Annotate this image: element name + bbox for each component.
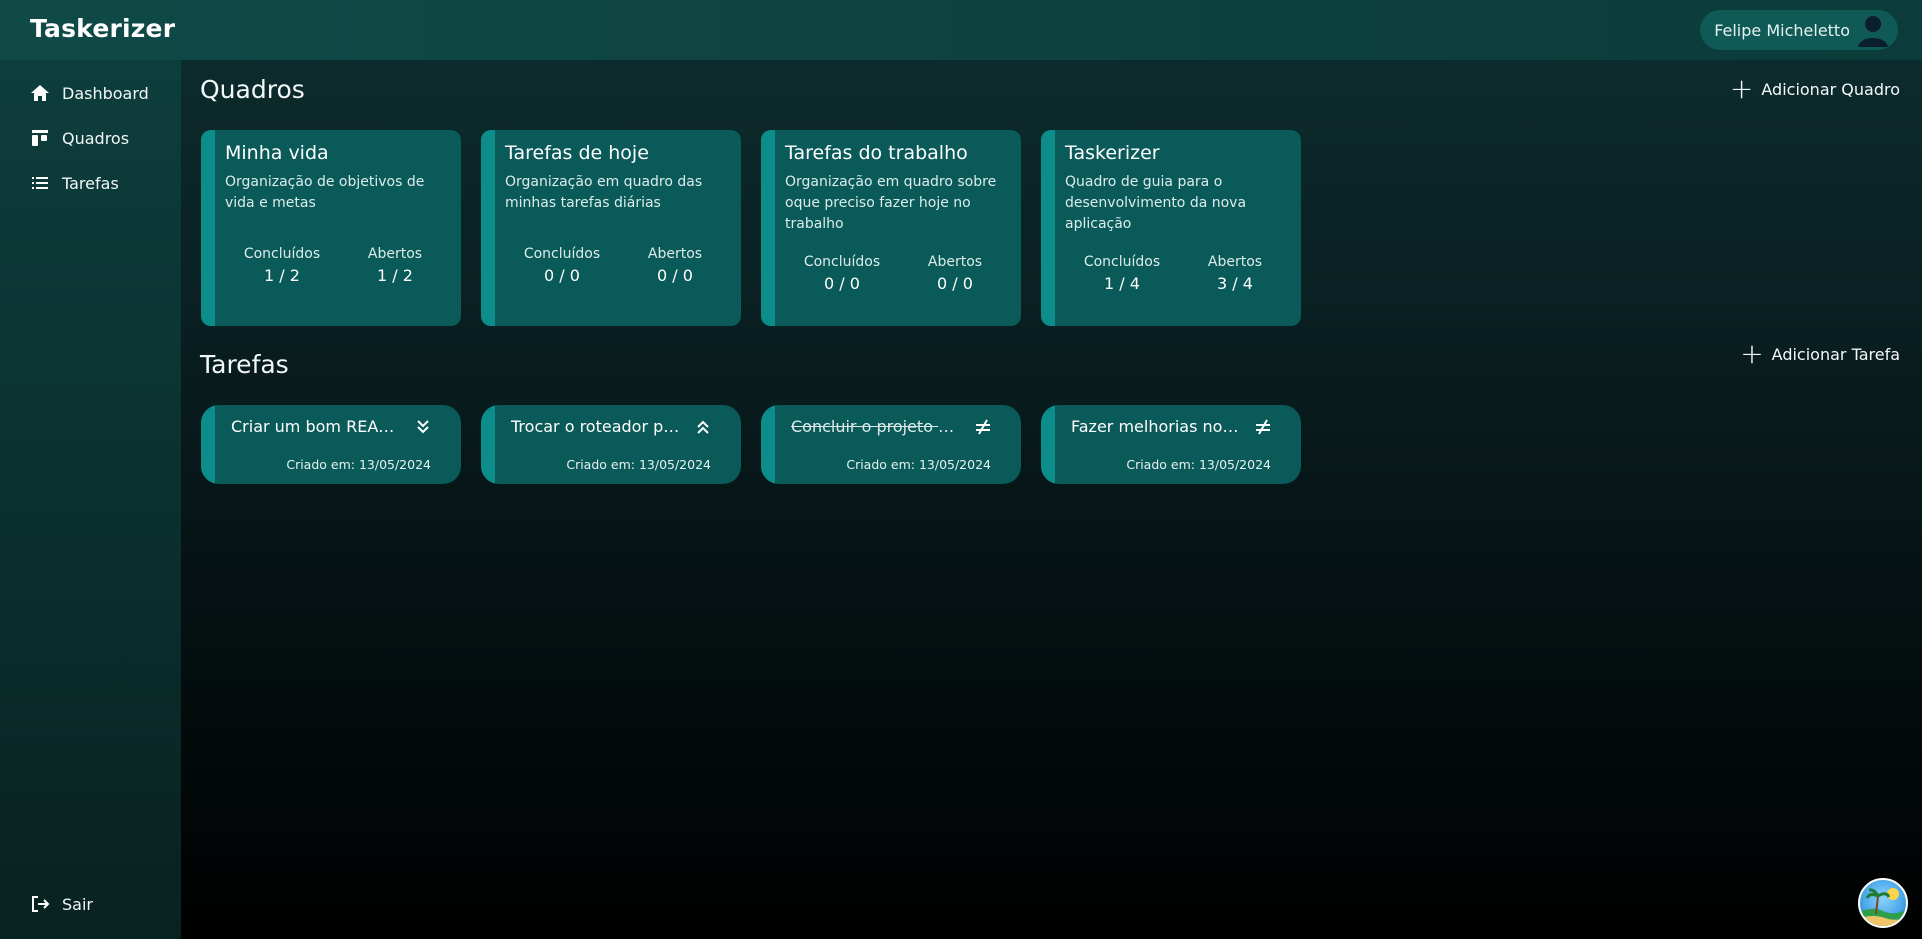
sidebar-item-label: Tarefas — [62, 173, 119, 193]
task-card[interactable]: Criar um bom READ... Criado em: 13/05/20… — [201, 405, 461, 484]
task-card[interactable]: Concluir o projeto na... Criado em: 13/0… — [761, 405, 1021, 484]
user-avatar-icon — [1854, 11, 1892, 49]
logout-label: Sair — [62, 894, 93, 914]
done-value: 1 / 2 — [264, 266, 300, 285]
card-accent-stripe — [761, 130, 775, 326]
task-card[interactable]: Trocar o roteador pa... Criado em: 13/05… — [481, 405, 741, 484]
board-open-stat: Abertos 1 / 2 — [340, 246, 450, 285]
card-accent-stripe — [481, 130, 495, 326]
task-card[interactable]: Fazer melhorias no p... Criado em: 13/05… — [1041, 405, 1301, 484]
open-label: Abertos — [927, 254, 983, 270]
list-icon — [32, 177, 48, 189]
done-label: Concluídos — [803, 254, 881, 270]
add-board-button[interactable]: + Adicionar Quadro — [1729, 72, 1900, 105]
open-value: 0 / 0 — [937, 274, 973, 293]
chevrons-up-icon — [697, 420, 709, 434]
open-label: Abertos — [367, 246, 423, 262]
floating-assistant-button[interactable] — [1858, 878, 1908, 928]
beach-icon — [1860, 888, 1906, 926]
board-done-stat: Concluídos 1 / 2 — [227, 246, 337, 285]
board-open-stat: Abertos 0 / 0 — [620, 246, 730, 285]
board-title: Tarefas do trabalho — [785, 142, 968, 164]
task-title: Trocar o roteador pa... — [511, 417, 681, 436]
card-accent-stripe — [481, 405, 495, 484]
done-label: Concluídos — [523, 246, 601, 262]
add-board-label: Adicionar Quadro — [1761, 79, 1900, 99]
board-title: Minha vida — [225, 142, 329, 164]
user-name: Felipe Micheletto — [1714, 20, 1850, 40]
logout-button[interactable]: Sair — [30, 894, 93, 914]
add-task-label: Adicionar Tarefa — [1771, 344, 1900, 364]
not-equal-icon — [1256, 419, 1270, 435]
board-description: Organização em quadro das minhas tarefas… — [505, 174, 703, 211]
done-value: 1 / 4 — [1104, 274, 1140, 293]
board-card[interactable]: Tarefas de hoje Organização em quadro da… — [481, 130, 741, 326]
board-title: Taskerizer — [1065, 142, 1160, 164]
done-label: Concluídos — [243, 246, 321, 262]
task-created-date: Criado em: 13/05/2024 — [1126, 457, 1271, 472]
task-created-date: Criado em: 13/05/2024 — [566, 457, 711, 472]
board-description: Organização de objetivos de vida e metas — [225, 174, 425, 211]
board-done-stat: Concluídos 1 / 4 — [1067, 254, 1177, 293]
sidebar-item-dashboard[interactable]: Dashboard — [30, 80, 149, 106]
board-description: Quadro de guia para o desenvolvimento da… — [1065, 174, 1247, 232]
done-value: 0 / 0 — [824, 274, 860, 293]
plus-icon: + — [1729, 72, 1754, 105]
board-title: Tarefas de hoje — [505, 142, 649, 164]
sidebar-item-tarefas[interactable]: Tarefas — [30, 170, 119, 196]
user-menu[interactable]: Felipe Micheletto — [1700, 10, 1898, 50]
chevrons-down-icon — [417, 420, 429, 434]
tasks-section-title: Tarefas — [200, 350, 289, 379]
task-title: Concluir o projeto na... — [791, 417, 961, 436]
board-description: Organização em quadro sobre oque preciso… — [785, 174, 997, 232]
top-bar: Taskerizer Felipe Micheletto — [0, 0, 1922, 60]
done-value: 0 / 0 — [544, 266, 580, 285]
board-open-stat: Abertos 0 / 0 — [900, 254, 1010, 293]
done-label: Concluídos — [1083, 254, 1161, 270]
sidebar-item-label: Dashboard — [62, 83, 149, 103]
card-accent-stripe — [201, 130, 215, 326]
not-equal-icon — [976, 419, 990, 435]
boards-section-title: Quadros — [200, 75, 305, 104]
card-accent-stripe — [201, 405, 215, 484]
open-value: 1 / 2 — [377, 266, 413, 285]
open-label: Abertos — [647, 246, 703, 262]
board-icon — [32, 130, 48, 146]
task-created-date: Criado em: 13/05/2024 — [846, 457, 991, 472]
card-accent-stripe — [1041, 405, 1055, 484]
board-card[interactable]: Minha vida Organização de objetivos de v… — [201, 130, 461, 326]
sidebar-item-label: Quadros — [62, 128, 130, 148]
home-icon — [31, 85, 49, 101]
open-value: 3 / 4 — [1217, 274, 1253, 293]
task-title: Criar um bom READ... — [231, 417, 401, 436]
task-title: Fazer melhorias no p... — [1071, 417, 1241, 436]
add-task-button[interactable]: + Adicionar Tarefa — [1740, 337, 1900, 370]
app-title: Taskerizer — [30, 14, 176, 43]
open-label: Abertos — [1207, 254, 1263, 270]
open-value: 0 / 0 — [657, 266, 693, 285]
board-open-stat: Abertos 3 / 4 — [1180, 254, 1290, 293]
plus-icon: + — [1740, 337, 1764, 370]
sidebar-item-quadros[interactable]: Quadros — [30, 125, 129, 151]
task-created-date: Criado em: 13/05/2024 — [286, 457, 431, 472]
card-accent-stripe — [1041, 130, 1055, 326]
board-done-stat: Concluídos 0 / 0 — [507, 246, 617, 285]
card-accent-stripe — [761, 405, 775, 484]
board-card[interactable]: Tarefas do trabalho Organização em quadr… — [761, 130, 1021, 326]
board-card[interactable]: Taskerizer Quadro de guia para o desenvo… — [1041, 130, 1301, 326]
board-done-stat: Concluídos 0 / 0 — [787, 254, 897, 293]
logout-icon — [32, 896, 50, 912]
